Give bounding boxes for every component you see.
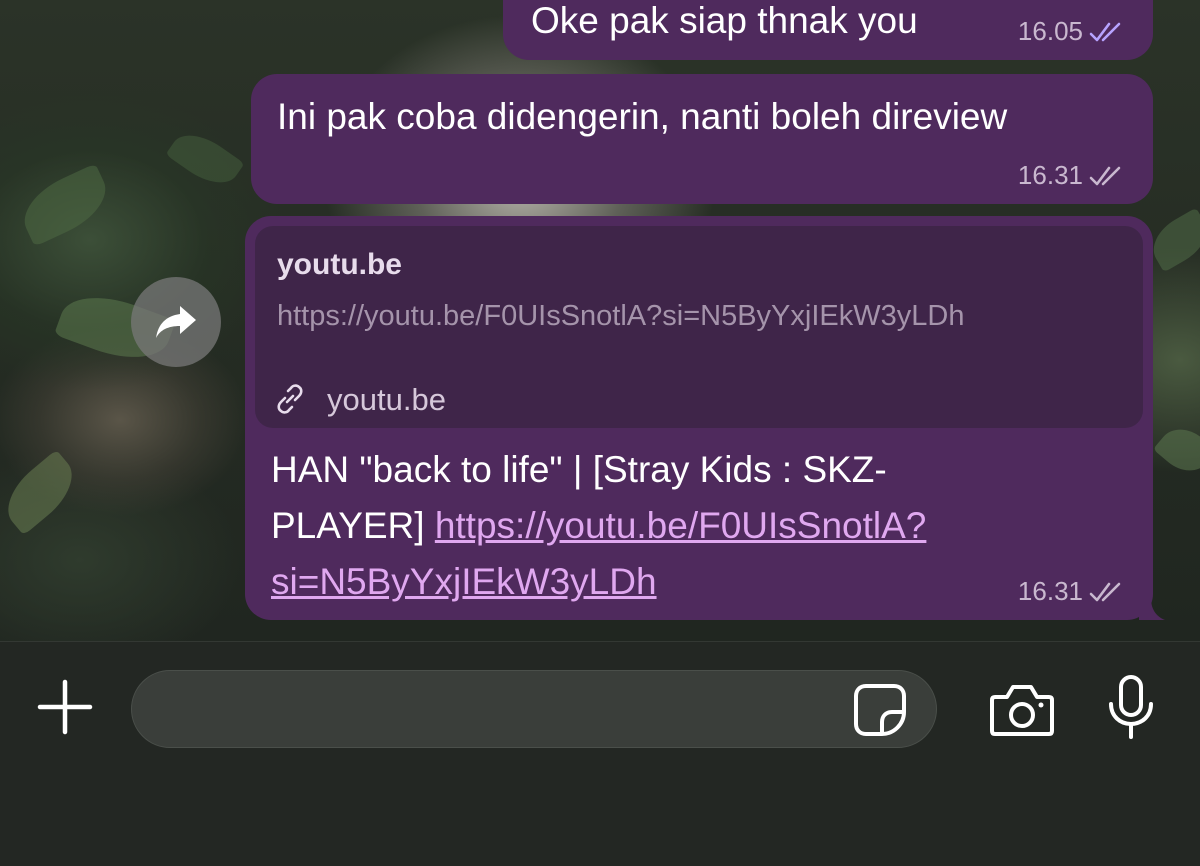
message-text: HAN "back to life" | [Stray Kids : SKZ- … <box>271 442 1071 610</box>
message-link[interactable]: https://youtu.be/F0UIsSnotlA? <box>435 505 927 546</box>
link-preview-domain: youtu.be <box>327 382 446 417</box>
message-text: Ini pak coba didengerin, nanti boleh dir… <box>277 96 1008 137</box>
link-preview-card[interactable]: youtu.be https://youtu.be/F0UIsSnotlA?si… <box>255 226 1143 428</box>
plus-icon[interactable] <box>36 678 94 736</box>
link-preview-url: https://youtu.be/F0UIsSnotlA?si=N5ByYxjI… <box>277 300 965 332</box>
message-input[interactable] <box>131 670 937 748</box>
read-ticks-icon <box>1089 22 1121 41</box>
message-bubble-outgoing[interactable]: Ini pak coba didengerin, nanti boleh dir… <box>251 74 1153 204</box>
message-timestamp: 16.31 <box>1018 576 1127 607</box>
message-bubble-link[interactable]: youtu.be https://youtu.be/F0UIsSnotlA?si… <box>245 216 1165 620</box>
camera-icon[interactable] <box>989 683 1055 737</box>
message-time: 16.05 <box>1017 16 1083 46</box>
message-link-continued[interactable]: si=N5ByYxjIEkW3yLDh <box>271 561 657 602</box>
message-timestamp: 16.05 <box>1018 16 1127 47</box>
microphone-icon[interactable] <box>1106 674 1156 740</box>
message-time: 16.31 <box>1017 160 1083 190</box>
message-timestamp: 16.31 <box>1018 160 1127 191</box>
link-icon <box>277 384 303 414</box>
sticker-icon[interactable] <box>852 682 908 738</box>
message-text-line: PLAYER] https://youtu.be/F0UIsSnotlA? <box>271 498 1071 554</box>
forward-button[interactable] <box>131 277 221 367</box>
message-text: Oke pak siap thnak you <box>531 0 918 41</box>
message-text-line: HAN "back to life" | [Stray Kids : SKZ- <box>271 449 887 490</box>
message-text-prefix: PLAYER] <box>271 505 435 546</box>
delivered-ticks-icon <box>1089 166 1121 185</box>
forward-arrow-icon <box>156 306 196 338</box>
message-bubble-outgoing[interactable]: Oke pak siap thnak you 16.05 <box>503 0 1153 60</box>
message-text-line: si=N5ByYxjIEkW3yLDh <box>271 554 1071 610</box>
message-time: 16.31 <box>1017 576 1083 606</box>
delivered-ticks-icon <box>1089 582 1121 601</box>
link-preview-title: youtu.be <box>277 248 402 281</box>
bubble-tail <box>1139 598 1165 620</box>
